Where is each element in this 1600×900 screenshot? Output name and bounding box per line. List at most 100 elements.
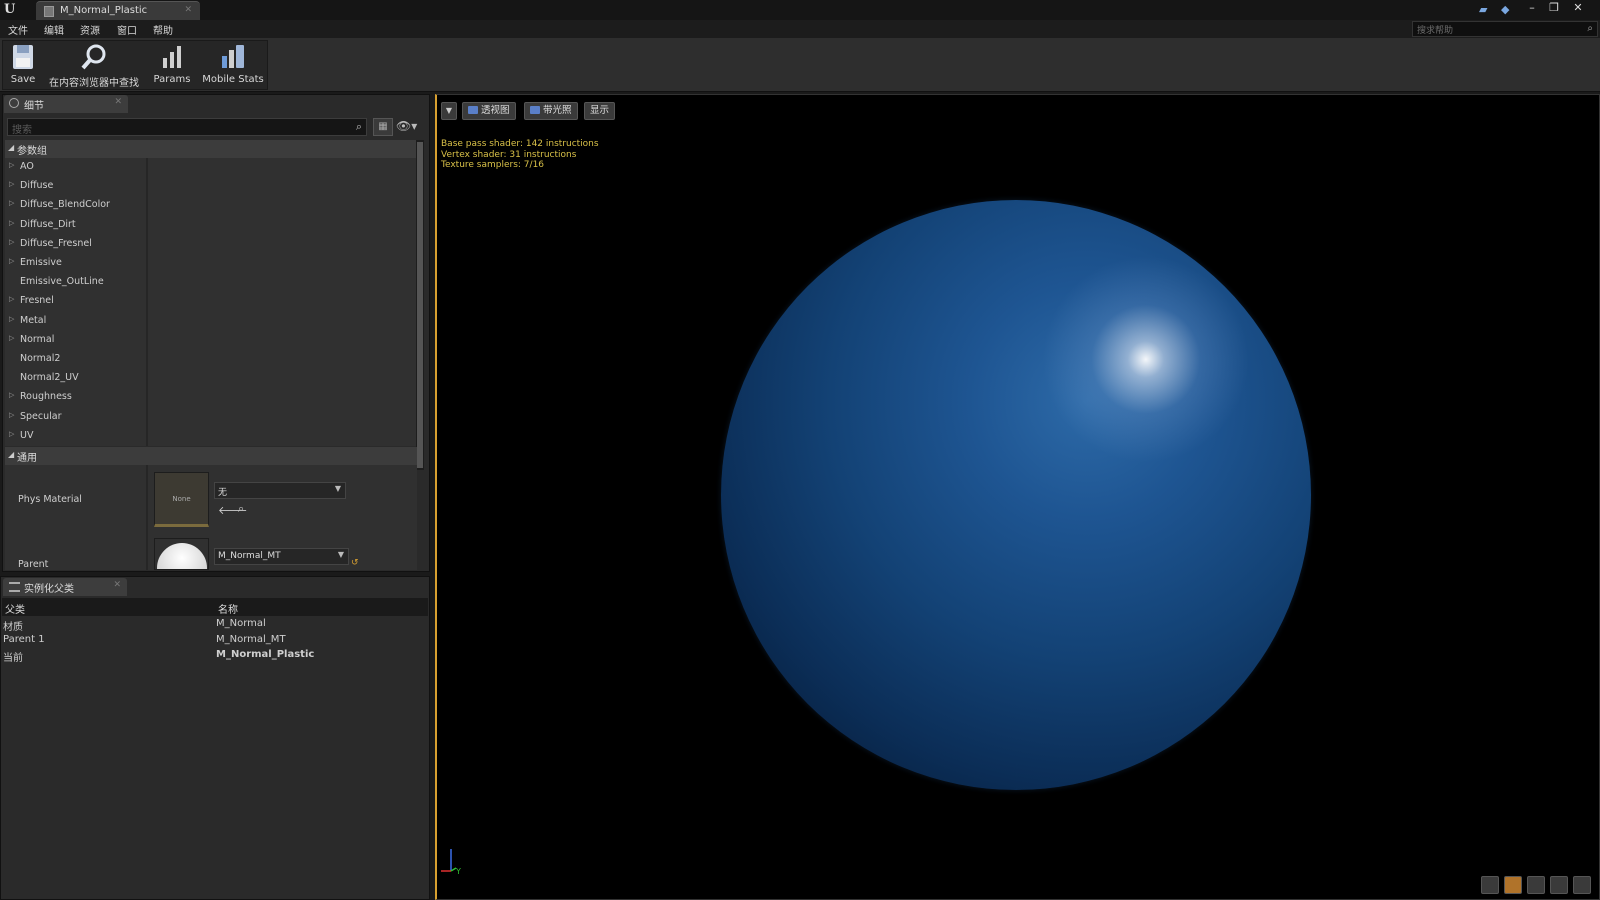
menu-asset[interactable]: 资源 (80, 22, 100, 37)
column-divider[interactable] (146, 465, 148, 570)
param-group-label: AO (20, 161, 34, 172)
minimize-button[interactable]: – (1522, 0, 1542, 16)
preview-cube-icon[interactable] (1550, 876, 1568, 894)
params-label: Params (153, 74, 191, 85)
sphere-preview (157, 543, 207, 569)
close-tab-icon[interactable]: ✕ (184, 5, 192, 15)
param-group-label: Diffuse_BlendColor (20, 199, 110, 211)
menu-edit[interactable]: 编辑 (44, 22, 64, 37)
param-group-label: Roughness (20, 391, 72, 403)
param-group-title: 参数组 (17, 146, 47, 157)
expand-triangle-icon[interactable]: ▷ (9, 161, 14, 169)
table-row-name[interactable]: M_Normal (216, 618, 266, 629)
param-group-item[interactable]: Normal2 (5, 350, 146, 369)
column-divider[interactable] (146, 158, 148, 446)
expand-triangle-icon[interactable]: ▷ (9, 430, 14, 438)
find-in-browser-icon (81, 44, 106, 70)
find-in-content-browser-button[interactable]: 在内容浏览器中查找 (46, 42, 142, 89)
param-group-item[interactable]: ▷ Diffuse_Dirt (5, 216, 146, 235)
tab-instance-hierarchy[interactable]: 实例化父类 ✕ (3, 578, 127, 596)
table-row-name[interactable]: M_Normal_Plastic (216, 649, 314, 660)
preview-plane-icon[interactable] (1527, 876, 1545, 894)
close-tab-icon[interactable]: ✕ (113, 580, 121, 590)
property-matrix-button[interactable]: ▦ (373, 118, 393, 136)
thumbnail-none-text: None (172, 495, 191, 503)
collapse-triangle-icon: ◢ (8, 143, 15, 152)
chevron-down-icon: ▼ (337, 550, 344, 559)
close-tab-icon[interactable]: ✕ (114, 97, 122, 107)
browse-search-icon[interactable]: ⌕ (238, 502, 244, 516)
phys-material-dropdown[interactable]: 无 ▼ (214, 482, 346, 499)
param-group-label: Normal (20, 333, 55, 345)
param-group-item[interactable]: ▷ Diffuse_BlendColor (5, 196, 146, 215)
viewport-options-button[interactable]: ▼ (441, 102, 457, 120)
reset-to-default-icon[interactable]: ↺ (351, 558, 359, 568)
view-options-button[interactable]: 👁▾ (396, 118, 426, 136)
table-row-name[interactable]: M_Normal_MT (216, 634, 286, 645)
menu-window[interactable]: 窗口 (117, 22, 137, 37)
close-window-button[interactable]: ✕ (1568, 0, 1588, 16)
column-header-name[interactable]: 名称 (218, 601, 238, 616)
param-group-label: Normal2 (20, 353, 61, 364)
save-button[interactable]: Save (6, 42, 40, 88)
expand-triangle-icon[interactable]: ▷ (9, 315, 14, 323)
axis-y-label: Y (455, 867, 461, 876)
preview-mesh-icon[interactable] (1573, 876, 1591, 894)
param-group-item[interactable]: ▷ Diffuse (5, 177, 146, 196)
menu-help[interactable]: 帮助 (153, 22, 173, 37)
maximize-button[interactable]: ❐ (1544, 0, 1564, 16)
expand-triangle-icon[interactable]: ▷ (9, 411, 14, 419)
title-bar (0, 0, 1600, 20)
show-label: 显示 (590, 105, 610, 116)
param-group-item[interactable]: ▷ Roughness (5, 388, 146, 407)
expand-triangle-icon[interactable]: ▷ (9, 391, 14, 399)
lit-mode-button[interactable]: 带光照 (524, 102, 578, 120)
param-group-item[interactable]: ▷ UV (5, 427, 146, 446)
details-search-input[interactable]: 搜索 ⌕ (7, 118, 367, 136)
phys-material-value: 无 (218, 488, 228, 498)
toggle-grid-icon[interactable] (1481, 876, 1499, 894)
param-group-item[interactable]: Emissive_OutLine (5, 273, 146, 292)
parent-dropdown[interactable]: M_Normal_MT ▼ (214, 548, 349, 565)
show-button[interactable]: 显示 (584, 102, 616, 120)
material-preview-sphere (721, 200, 1311, 790)
param-group-item[interactable]: ▷ Normal (5, 331, 146, 350)
param-group-header[interactable]: ◢ 参数组 (5, 140, 417, 158)
param-group-label: Diffuse_Dirt (20, 218, 76, 230)
column-header-parent[interactable]: 父类 (5, 601, 25, 616)
tab-details[interactable]: 细节 ✕ (4, 95, 128, 113)
expand-triangle-icon[interactable]: ▷ (9, 295, 14, 303)
scrollbar-thumb[interactable] (417, 142, 423, 468)
perspective-button[interactable]: 透视图 (462, 102, 516, 120)
document-tab[interactable]: M_Normal_Plastic ✕ (36, 1, 200, 20)
expand-triangle-icon[interactable]: ▷ (9, 180, 14, 188)
details-scrollbar[interactable] (416, 140, 424, 470)
lit-icon (530, 106, 540, 114)
param-group-item[interactable]: ▷ Fresnel (5, 292, 146, 311)
param-group-item[interactable]: Normal2_UV (5, 369, 146, 388)
preview-sphere-icon[interactable] (1504, 876, 1522, 894)
param-group-item[interactable]: ▷ Diffuse_Fresnel (5, 235, 146, 254)
mobile-stats-button[interactable]: Mobile Stats (202, 42, 264, 88)
common-section-header[interactable]: ◢ 通用 (5, 447, 417, 465)
parent-thumbnail[interactable] (154, 538, 209, 570)
param-group-item[interactable]: ▷ Specular (5, 408, 146, 427)
params-button[interactable]: Params (150, 42, 194, 88)
find-in-browser-label: 在内容浏览器中查找 (49, 78, 139, 89)
phys-material-thumbnail[interactable]: None (154, 472, 209, 527)
tutorial-icon[interactable]: ◆ (1501, 3, 1515, 16)
help-search-input[interactable]: 搜求帮助 ⌕ (1412, 21, 1598, 37)
feedback-icon[interactable]: ▰ (1479, 3, 1493, 16)
param-group-item[interactable]: ▷ AO (5, 158, 146, 177)
expand-triangle-icon[interactable]: ▷ (9, 238, 14, 246)
expand-triangle-icon[interactable]: ▷ (9, 219, 14, 227)
param-group-item[interactable]: ▷ Metal (5, 312, 146, 331)
document-tab-label: M_Normal_Plastic (60, 5, 148, 16)
expand-triangle-icon[interactable]: ▷ (9, 199, 14, 207)
expand-triangle-icon[interactable]: ▷ (9, 257, 14, 265)
menu-file[interactable]: 文件 (8, 22, 28, 37)
hierarchy-tab-label: 实例化父类 (24, 584, 74, 595)
param-group-item[interactable]: ▷ Emissive (5, 254, 146, 273)
expand-triangle-icon[interactable]: ▷ (9, 334, 14, 342)
perspective-label: 透视图 (481, 105, 510, 116)
